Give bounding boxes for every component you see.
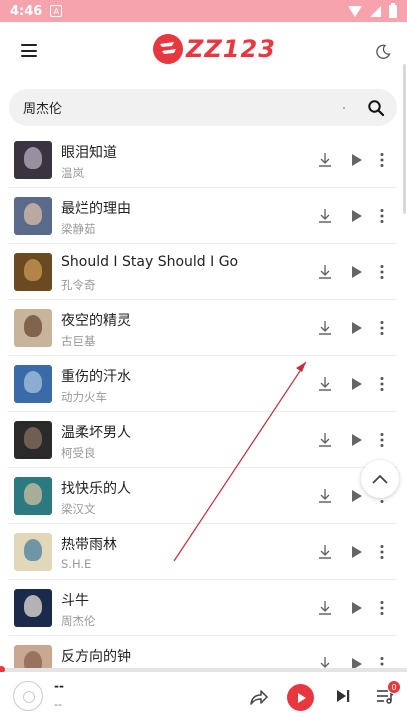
album-cover (14, 309, 52, 347)
album-cover (14, 477, 52, 515)
download-icon[interactable] (316, 207, 334, 225)
play-icon[interactable] (347, 375, 365, 393)
song-artist: 孔令奇 (61, 278, 96, 292)
queue-count-badge: 0 (388, 681, 400, 693)
logo-mark-icon (153, 34, 183, 64)
status-bar: 4:46 A (0, 0, 407, 22)
download-icon[interactable] (316, 599, 334, 617)
album-cover (14, 197, 52, 235)
play-icon[interactable] (347, 263, 365, 281)
song-row[interactable]: 温柔坏男人 柯受良 (9, 412, 397, 468)
mini-player: -- -- 0 (0, 672, 407, 723)
song-row[interactable]: 反方向的钟 (9, 636, 397, 668)
battery-icon (389, 2, 397, 18)
more-options-icon[interactable] (373, 319, 391, 337)
top-bar: ZZ123 (0, 22, 407, 84)
dark-mode-moon-icon[interactable] (375, 44, 391, 60)
status-time: 4:46 (10, 3, 43, 19)
cursor-mark (343, 106, 345, 109)
more-options-icon[interactable] (373, 151, 391, 169)
download-icon[interactable] (316, 655, 334, 668)
album-cover (14, 421, 52, 459)
logo-text: ZZ123 (186, 35, 276, 63)
search-input[interactable] (23, 100, 343, 115)
song-title: 最烂的理由 (61, 201, 131, 217)
song-artist: 古巨基 (61, 334, 96, 348)
play-icon[interactable] (347, 487, 365, 505)
more-options-icon[interactable] (373, 655, 391, 668)
song-artist: 动力火车 (61, 390, 107, 404)
song-title: 反方向的钟 (61, 649, 131, 665)
song-artist: 周杰伦 (61, 614, 96, 628)
play-icon[interactable] (347, 543, 365, 561)
song-title: 斗牛 (61, 593, 89, 609)
now-playing-title: -- (54, 679, 64, 693)
song-title: 眼泪知道 (61, 145, 117, 161)
album-cover (14, 533, 52, 571)
play-icon[interactable] (347, 599, 365, 617)
song-row[interactable]: Should I Stay Should I Go 孔令奇 (9, 244, 397, 300)
next-track-icon[interactable] (335, 688, 351, 704)
download-icon[interactable] (316, 431, 334, 449)
album-cover (14, 253, 52, 291)
song-title: 重伤的汗水 (61, 369, 131, 385)
song-row[interactable]: 最烂的理由 梁静茹 (9, 188, 397, 244)
search-icon[interactable] (367, 99, 385, 117)
song-artist: 温岚 (61, 166, 84, 180)
app-logo: ZZ123 (152, 33, 276, 65)
more-options-icon[interactable] (373, 599, 391, 617)
download-icon[interactable] (316, 319, 334, 337)
download-icon[interactable] (316, 151, 334, 169)
menu-icon[interactable] (21, 44, 37, 57)
song-row[interactable]: 热带雨林 S.H.E (9, 524, 397, 580)
more-options-icon[interactable] (373, 207, 391, 225)
song-artist: 梁静茹 (61, 222, 96, 236)
play-icon[interactable] (347, 207, 365, 225)
play-button[interactable] (287, 684, 314, 711)
song-artist: S.H.E (61, 557, 92, 571)
song-row[interactable]: 眼泪知道 温岚 (9, 132, 397, 188)
song-list: 眼泪知道 温岚 最烂的理由 梁静茹 Should I Stay Should I… (0, 132, 400, 668)
download-icon[interactable] (316, 375, 334, 393)
signal-icon (370, 5, 381, 17)
wifi-icon (348, 5, 362, 17)
song-title: 温柔坏男人 (61, 425, 131, 441)
play-icon[interactable] (347, 431, 365, 449)
more-options-icon[interactable] (373, 543, 391, 561)
more-options-icon[interactable] (373, 263, 391, 281)
album-cover (14, 645, 52, 668)
download-icon[interactable] (316, 263, 334, 281)
back-to-top-button[interactable] (361, 460, 399, 498)
song-row[interactable]: 斗牛 周杰伦 (9, 580, 397, 636)
share-icon[interactable] (249, 688, 269, 706)
scrollbar[interactable] (403, 64, 406, 214)
play-icon[interactable] (347, 655, 365, 668)
play-icon (297, 692, 306, 703)
album-cover (14, 141, 52, 179)
song-title: 找快乐的人 (61, 481, 131, 497)
song-artist: 梁汉文 (61, 502, 96, 516)
now-playing-artist: -- (54, 698, 62, 711)
more-options-icon[interactable] (373, 431, 391, 449)
album-disc-icon[interactable] (13, 681, 43, 711)
download-icon[interactable] (316, 543, 334, 561)
play-icon[interactable] (347, 319, 365, 337)
song-artist: 柯受良 (61, 446, 96, 460)
search-bar (9, 89, 397, 126)
song-row[interactable]: 重伤的汗水 动力火车 (9, 356, 397, 412)
song-title: Should I Stay Should I Go (61, 254, 239, 270)
chevron-up-icon (372, 474, 388, 484)
album-cover (14, 365, 52, 403)
song-row[interactable]: 找快乐的人 梁汉文 (9, 468, 397, 524)
download-icon[interactable] (316, 487, 334, 505)
song-row[interactable]: 夜空的精灵 古巨基 (9, 300, 397, 356)
more-options-icon[interactable] (373, 375, 391, 393)
song-title: 夜空的精灵 (61, 313, 131, 329)
play-icon[interactable] (347, 151, 365, 169)
album-cover (14, 589, 52, 627)
song-title: 热带雨林 (61, 537, 117, 553)
notification-icon: A (50, 5, 63, 17)
